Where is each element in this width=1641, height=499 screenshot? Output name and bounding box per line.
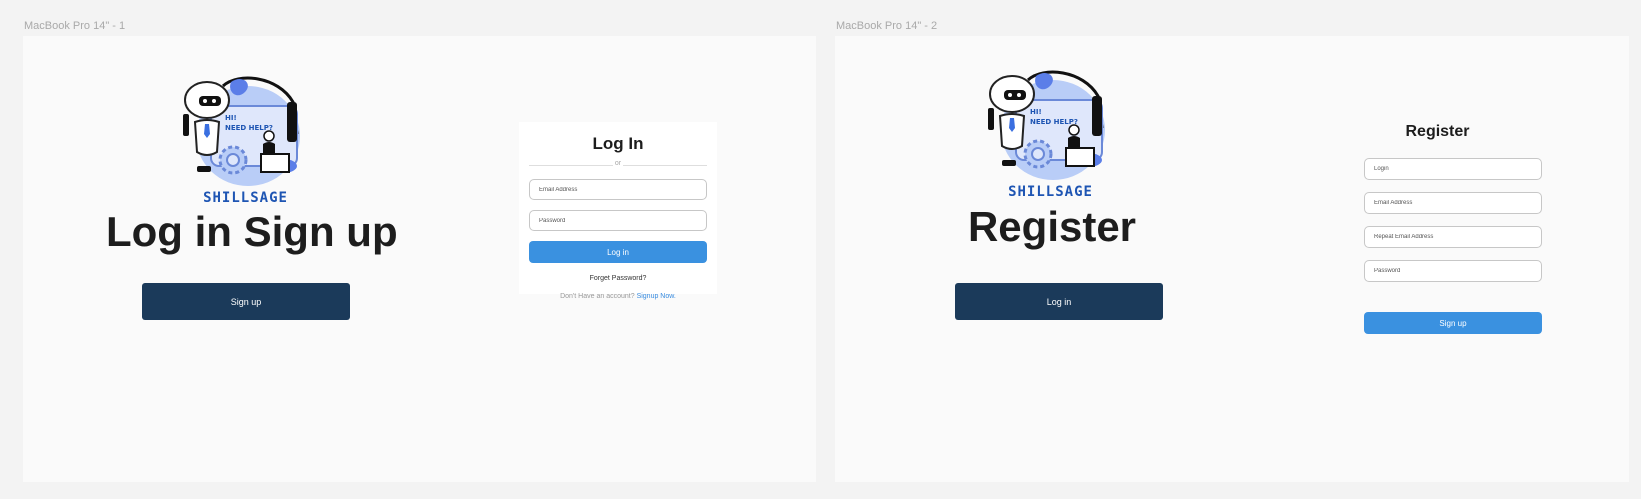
svg-text:NEED HELP?: NEED HELP? [225,124,273,132]
svg-text:HI!: HI! [225,114,237,122]
brand-wordmark: SHILLSAGE [203,190,288,206]
login-field[interactable] [1364,158,1542,180]
shillsage-logo-register: HI! NEED HELP? SHILLSAGE [988,68,1113,200]
email-field[interactable] [529,179,707,200]
repeat-email-field[interactable] [1364,226,1542,248]
signup-now-link[interactable]: Signup Now. [637,293,676,300]
password-field[interactable] [529,210,707,231]
forgot-password-link[interactable]: Forget Password? [519,275,717,282]
robot-illustration-icon: HI! NEED HELP? [183,76,300,186]
register-signup-button[interactable]: Sign up [1364,312,1542,334]
shillsage-logo: HI! NEED HELP? SHILLSAGE [183,74,308,206]
register-frame [835,36,1629,482]
register-page-heading: Register [967,203,1137,250]
svg-text:HI!: HI! [1030,108,1042,116]
login-card: Log In or Log in Forget Password? [519,122,717,294]
login-page-heading: Log in Sign up [106,208,398,255]
login-card-title: Log In [592,134,644,153]
no-account-text: Don't Have an account? Signup Now. [560,293,676,300]
signup-button[interactable]: Sign up [142,283,350,320]
or-divider: or [529,160,707,167]
robot-illustration-icon: HI! NEED HELP? [988,70,1105,180]
login-button[interactable]: Log in [529,241,707,263]
svg-text:NEED HELP?: NEED HELP? [1030,118,1078,126]
register-form-title: Register [1405,123,1470,140]
login-nav-button[interactable]: Log in [955,283,1163,320]
frame-1-label: MacBook Pro 14" - 1 [24,20,126,32]
register-email-field[interactable] [1364,192,1542,214]
brand-wordmark: SHILLSAGE [1008,184,1093,200]
register-password-field[interactable] [1364,260,1542,282]
frame-2-label: MacBook Pro 14" - 2 [836,20,938,32]
